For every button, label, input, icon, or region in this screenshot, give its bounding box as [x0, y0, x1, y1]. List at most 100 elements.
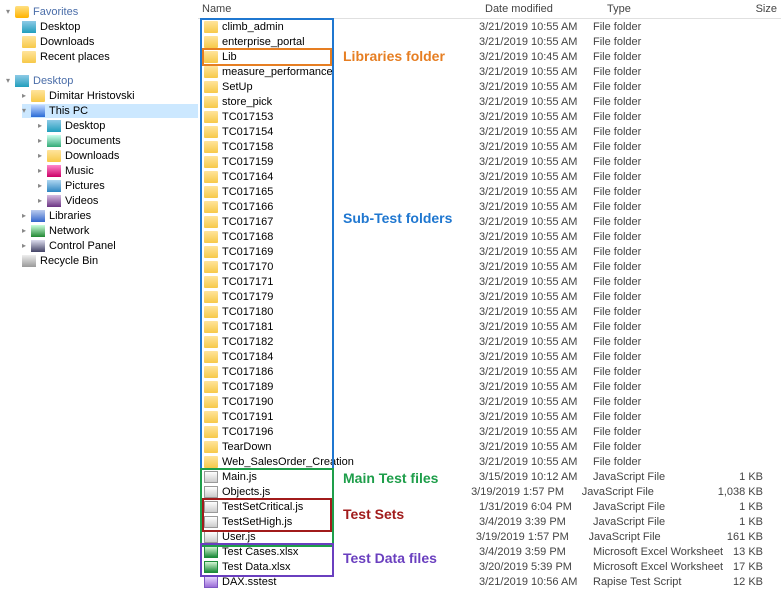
file-row[interactable]: TC0171913/21/2019 10:55 AMFile folder	[198, 409, 781, 424]
file-date: 3/21/2019 10:55 AM	[479, 351, 593, 363]
file-type: JavaScript File	[589, 531, 727, 543]
file-icon	[204, 516, 218, 528]
file-row[interactable]: climb_admin3/21/2019 10:55 AMFile folder	[198, 19, 781, 34]
file-row[interactable]: store_pick3/21/2019 10:55 AMFile folder	[198, 94, 781, 109]
nav-label: Control Panel	[49, 239, 116, 253]
file-date: 3/21/2019 10:55 AM	[479, 426, 593, 438]
file-row[interactable]: TC0171643/21/2019 10:55 AMFile folder	[198, 169, 781, 184]
file-row[interactable]: TC0171843/21/2019 10:55 AMFile folder	[198, 349, 781, 364]
file-row[interactable]: TestSetCritical.js1/31/2019 6:04 PMJavaS…	[198, 499, 781, 514]
nav-pc-desktop[interactable]: ▸Desktop	[38, 119, 198, 133]
nav-pc-documents[interactable]: ▸Documents	[38, 134, 198, 148]
nav-user[interactable]: ▸Dimitar Hristovski	[22, 89, 198, 103]
nav-libraries[interactable]: ▸Libraries	[22, 209, 198, 223]
file-row[interactable]: TC0171543/21/2019 10:55 AMFile folder	[198, 124, 781, 139]
file-icon	[204, 246, 218, 258]
nav-pc-videos[interactable]: ▸Videos	[38, 194, 198, 208]
file-row[interactable]: TC0171533/21/2019 10:55 AMFile folder	[198, 109, 781, 124]
file-row[interactable]: TC0171693/21/2019 10:55 AMFile folder	[198, 244, 781, 259]
file-date: 3/21/2019 10:55 AM	[479, 276, 593, 288]
file-date: 3/21/2019 10:55 AM	[479, 156, 593, 168]
file-type: File folder	[593, 351, 733, 363]
file-row[interactable]: TestSetHigh.js3/4/2019 3:39 PMJavaScript…	[198, 514, 781, 529]
file-row[interactable]: TC0171673/21/2019 10:55 AMFile folder	[198, 214, 781, 229]
file-row[interactable]: measure_performance3/21/2019 10:55 AMFil…	[198, 64, 781, 79]
col-type[interactable]: Type	[603, 2, 751, 16]
file-type: JavaScript File	[593, 471, 733, 483]
file-icon	[204, 531, 218, 543]
file-size: 1,038 KB	[718, 486, 781, 498]
nav-tree: ▾Favorites Desktop Downloads Recent plac…	[0, 0, 198, 590]
file-name: measure_performance	[222, 66, 333, 78]
nav-favorites[interactable]: ▾Favorites	[6, 5, 198, 19]
file-name: enterprise_portal	[222, 36, 305, 48]
nav-label: Libraries	[49, 209, 91, 223]
file-row[interactable]: Test Data.xlsx3/20/2019 5:39 PMMicrosoft…	[198, 559, 781, 574]
file-name: TC017169	[222, 246, 273, 258]
file-row[interactable]: Web_SalesOrder_Creation3/21/2019 10:55 A…	[198, 454, 781, 469]
file-date: 3/21/2019 10:55 AM	[479, 396, 593, 408]
file-icon	[204, 546, 218, 558]
nav-fav-downloads[interactable]: Downloads	[22, 35, 198, 49]
nav-label: Favorites	[33, 5, 78, 19]
nav-recycle[interactable]: Recycle Bin	[22, 254, 198, 268]
col-size[interactable]: Size	[751, 2, 781, 16]
file-row[interactable]: TC0171593/21/2019 10:55 AMFile folder	[198, 154, 781, 169]
file-date: 3/21/2019 10:55 AM	[479, 21, 593, 33]
nav-network[interactable]: ▸Network	[22, 224, 198, 238]
nav-pc-music[interactable]: ▸Music	[38, 164, 198, 178]
col-name[interactable]: Name	[198, 2, 481, 16]
file-row[interactable]: TC0171663/21/2019 10:55 AMFile folder	[198, 199, 781, 214]
file-row[interactable]: TC0171893/21/2019 10:55 AMFile folder	[198, 379, 781, 394]
file-row[interactable]: TC0171903/21/2019 10:55 AMFile folder	[198, 394, 781, 409]
file-name: TC017167	[222, 216, 273, 228]
file-row[interactable]: TC0171703/21/2019 10:55 AMFile folder	[198, 259, 781, 274]
nav-pc-pictures[interactable]: ▸Pictures	[38, 179, 198, 193]
file-row[interactable]: Lib3/21/2019 10:45 AMFile folder	[198, 49, 781, 64]
file-row[interactable]: TC0171713/21/2019 10:55 AMFile folder	[198, 274, 781, 289]
file-pane: Name Date modified Type Size climb_admin…	[198, 0, 781, 590]
file-icon	[204, 276, 218, 288]
file-name: Objects.js	[222, 486, 270, 498]
file-row[interactable]: TC0171583/21/2019 10:55 AMFile folder	[198, 139, 781, 154]
libraries-icon	[31, 210, 45, 222]
file-row[interactable]: TC0171823/21/2019 10:55 AMFile folder	[198, 334, 781, 349]
file-row[interactable]: TC0171813/21/2019 10:55 AMFile folder	[198, 319, 781, 334]
file-type: File folder	[593, 141, 733, 153]
file-row[interactable]: TearDown3/21/2019 10:55 AMFile folder	[198, 439, 781, 454]
file-type: File folder	[593, 216, 733, 228]
file-row[interactable]: TC0171793/21/2019 10:55 AMFile folder	[198, 289, 781, 304]
column-headers: Name Date modified Type Size	[198, 0, 781, 19]
nav-this-pc[interactable]: ▾This PC	[22, 104, 198, 118]
file-row[interactable]: Objects.js3/19/2019 1:57 PMJavaScript Fi…	[198, 484, 781, 499]
file-row[interactable]: TC0171653/21/2019 10:55 AMFile folder	[198, 184, 781, 199]
file-type: Rapise Test Script	[593, 576, 733, 588]
file-row[interactable]: SetUp3/21/2019 10:55 AMFile folder	[198, 79, 781, 94]
file-date: 3/21/2019 10:55 AM	[479, 291, 593, 303]
file-icon	[204, 126, 218, 138]
file-row[interactable]: TC0171803/21/2019 10:55 AMFile folder	[198, 304, 781, 319]
file-row[interactable]: enterprise_portal3/21/2019 10:55 AMFile …	[198, 34, 781, 49]
file-row[interactable]: TC0171863/21/2019 10:55 AMFile folder	[198, 364, 781, 379]
file-type: JavaScript File	[582, 486, 718, 498]
file-row[interactable]: TC0171683/21/2019 10:55 AMFile folder	[198, 229, 781, 244]
desktop-icon	[22, 21, 36, 33]
recycle-icon	[22, 255, 36, 267]
col-date[interactable]: Date modified	[481, 2, 603, 16]
nav-fav-desktop[interactable]: Desktop	[22, 20, 198, 34]
file-row[interactable]: User.js3/19/2019 1:57 PMJavaScript File1…	[198, 529, 781, 544]
nav-pc-downloads[interactable]: ▸Downloads	[38, 149, 198, 163]
file-name: TC017191	[222, 411, 273, 423]
file-row[interactable]: DAX.sstest3/21/2019 10:56 AMRapise Test …	[198, 574, 781, 589]
file-date: 3/21/2019 10:55 AM	[479, 66, 593, 78]
file-icon	[204, 396, 218, 408]
file-row[interactable]: Test Cases.xlsx3/4/2019 3:59 PMMicrosoft…	[198, 544, 781, 559]
file-row[interactable]: TC0171963/21/2019 10:55 AMFile folder	[198, 424, 781, 439]
file-icon	[204, 231, 218, 243]
nav-desktop[interactable]: ▾Desktop	[6, 74, 198, 88]
nav-fav-recent[interactable]: Recent places	[22, 50, 198, 64]
file-type: Microsoft Excel Worksheet	[593, 561, 733, 573]
file-icon	[204, 201, 218, 213]
file-row[interactable]: Main.js3/15/2019 10:12 AMJavaScript File…	[198, 469, 781, 484]
nav-control-panel[interactable]: ▸Control Panel	[22, 239, 198, 253]
